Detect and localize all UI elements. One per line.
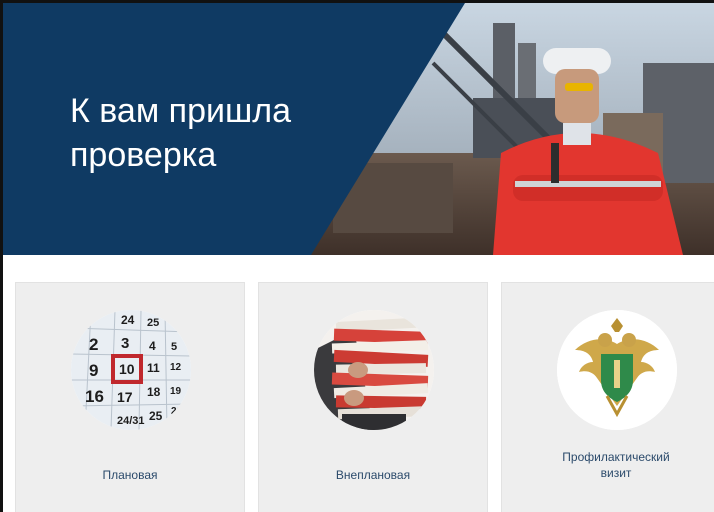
calendar-date: 19 xyxy=(170,386,182,397)
calendar-date: 3 xyxy=(121,335,129,352)
calendar-date: 17 xyxy=(117,389,133,405)
card-planned-label: Плановая xyxy=(102,468,158,482)
calendar-icon: 24 25 2 3 4 5 9 10 11 12 16 17 18 19 24/… xyxy=(71,310,191,430)
card-unplanned-label: Внеплановая xyxy=(335,468,411,482)
calendar-date: 12 xyxy=(170,362,182,373)
calendar-date: 26 xyxy=(171,406,183,417)
calendar-date: 16 xyxy=(85,387,104,406)
calendar-date: 25 xyxy=(147,317,159,329)
calendar-date: 18 xyxy=(147,385,161,399)
calendar-date: 9 xyxy=(89,361,98,380)
calendar-date: 11 xyxy=(147,361,160,375)
calendar-date: 10 xyxy=(119,361,135,377)
card-preventive-visit-label: Профилактический визит xyxy=(502,449,714,481)
hero-banner: К вам пришла проверка xyxy=(3,3,714,255)
calendar-date: 2 xyxy=(89,335,98,354)
card-preventive-visit[interactable]: Профилактический визит xyxy=(501,282,714,512)
prosecutor-emblem-icon xyxy=(557,310,677,430)
calendar-date: 25 xyxy=(149,409,163,423)
card-unplanned[interactable]: Внеплановая xyxy=(258,282,488,512)
page-title: К вам пришла проверка xyxy=(70,89,291,177)
page-frame: К вам пришла проверка 24 25 2 3 4 5 9 10… xyxy=(0,0,714,512)
calendar-date: 4 xyxy=(149,339,156,353)
card-preventive-visit-label-line-1: Профилактический xyxy=(562,450,670,464)
page-title-line-1: К вам пришла xyxy=(70,92,291,130)
calendar-date: 5 xyxy=(171,341,177,353)
card-preventive-visit-label-line-2: визит xyxy=(600,466,632,480)
document-folders-icon xyxy=(314,310,434,430)
calendar-date: 24/31 xyxy=(117,415,145,427)
page-title-line-2: проверка xyxy=(70,136,217,174)
inspection-type-cards: 24 25 2 3 4 5 9 10 11 12 16 17 18 19 24/… xyxy=(15,282,714,512)
card-planned[interactable]: 24 25 2 3 4 5 9 10 11 12 16 17 18 19 24/… xyxy=(15,282,245,512)
calendar-date: 24 xyxy=(121,313,135,327)
